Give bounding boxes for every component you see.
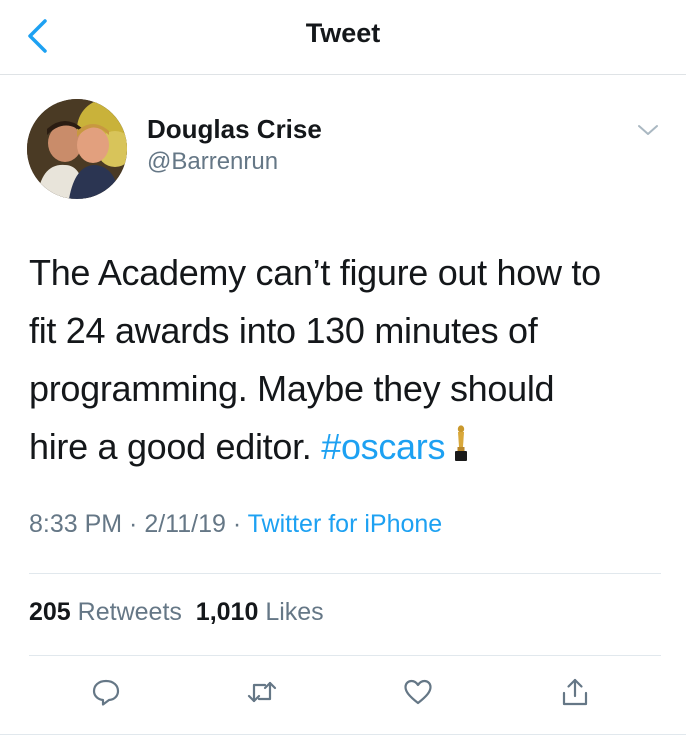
likes-label: Likes: [265, 598, 324, 626]
share-icon: [562, 678, 588, 706]
retweets-label: Retweets: [77, 598, 182, 626]
tweet-text-line: fit 24 awards into 130 minutes of: [29, 310, 538, 351]
author-handle[interactable]: @Barrenrun: [147, 148, 278, 176]
tweet-text: The Academy can’t figure out how to fit …: [29, 244, 669, 476]
chevron-down-icon: [638, 125, 658, 135]
more-options-button[interactable]: [634, 118, 662, 142]
avatar[interactable]: [27, 99, 127, 199]
like-button[interactable]: [398, 672, 438, 712]
divider: [0, 734, 686, 735]
divider: [29, 655, 661, 656]
share-button[interactable]: [555, 672, 595, 712]
oscar-trophy-icon: [451, 423, 471, 463]
hashtag-link[interactable]: #oscars: [321, 426, 445, 467]
engagement-stats: 205 Retweets 1,010 Likes: [29, 598, 324, 627]
divider: [29, 573, 661, 574]
meta-separator: ·: [225, 510, 248, 538]
meta-separator: ·: [122, 510, 145, 538]
action-bar: [0, 672, 686, 714]
top-navigation-bar: Tweet: [0, 0, 686, 75]
reply-button[interactable]: [86, 672, 126, 712]
reply-icon: [92, 679, 120, 706]
author-name[interactable]: Douglas Crise: [147, 114, 322, 145]
profile-photo: [27, 99, 127, 199]
retweets-stat[interactable]: 205 Retweets: [29, 598, 182, 626]
tweet-text-line: The Academy can’t figure out how to: [29, 252, 601, 293]
tweet-text-line: programming. Maybe they should: [29, 368, 555, 409]
likes-stat[interactable]: 1,010 Likes: [196, 598, 324, 626]
tweet-text-fragment: hire a good editor.: [29, 426, 322, 467]
heart-icon: [404, 679, 432, 705]
likes-count: 1,010: [195, 598, 259, 626]
tweet-source-link[interactable]: Twitter for iPhone: [248, 510, 443, 538]
tweet-date: 2/11/19: [144, 510, 226, 538]
retweet-button[interactable]: [242, 672, 282, 712]
page-title: Tweet: [305, 18, 381, 48]
retweets-count: 205: [29, 598, 71, 626]
tweet-metadata: 8:33 PM · 2/11/19 · Twitter for iPhone: [29, 510, 442, 539]
retweet-icon: [247, 681, 277, 703]
tweet-text-line: hire a good editor. #oscars: [29, 418, 669, 476]
tweet-time: 8:33 PM: [29, 510, 123, 538]
